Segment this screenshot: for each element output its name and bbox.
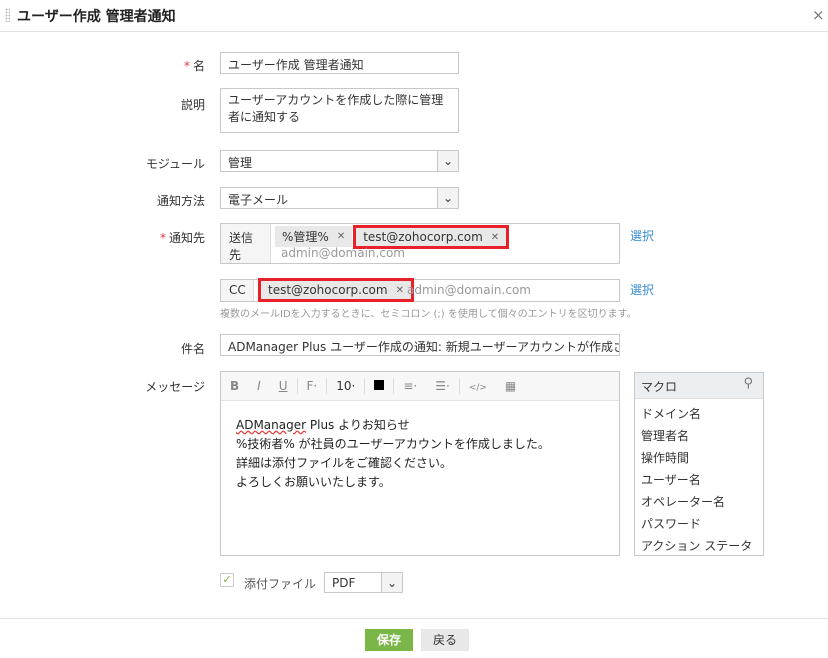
- cc-select-link[interactable]: 選択: [630, 281, 654, 298]
- macro-title: マクロ: [641, 380, 678, 394]
- table-icon[interactable]: ▦: [505, 379, 516, 393]
- close-icon[interactable]: ×: [812, 6, 825, 24]
- macro-item[interactable]: 管理者名: [635, 425, 763, 447]
- to-field[interactable]: 送信先 %管理% ✕ test@zohocorp.com ✕ admin@domain…: [220, 223, 620, 264]
- description-label: 説明: [180, 98, 205, 112]
- format-value: PDF: [332, 576, 356, 590]
- source-code-icon[interactable]: </>: [469, 383, 487, 393]
- bold-icon[interactable]: B: [230, 379, 239, 393]
- name-input[interactable]: ユーザー作成 管理者通知: [220, 52, 459, 74]
- message-label: メッセージ: [145, 380, 205, 394]
- macro-item[interactable]: アクション ステータス: [635, 535, 763, 555]
- to-select-link[interactable]: 選択: [630, 227, 654, 244]
- remove-icon[interactable]: ✕: [491, 232, 499, 243]
- module-value: 管理: [228, 156, 253, 170]
- chevron-down-icon: ⌄: [437, 188, 458, 208]
- align-icon[interactable]: ≡·: [403, 379, 417, 393]
- recipient-chip: test@zohocorp.com ✕: [353, 225, 510, 249]
- attachment-checkbox[interactable]: ✓: [220, 573, 234, 587]
- title-divider: [0, 31, 828, 32]
- recipients-label: * 通知先: [159, 231, 205, 245]
- chevron-down-icon: ⌄: [381, 573, 402, 592]
- cc-input[interactable]: admin@domain.com: [407, 283, 531, 297]
- macro-item[interactable]: 操作時間: [635, 447, 763, 469]
- module-select[interactable]: 管理 ⌄: [220, 150, 459, 172]
- recipients-hint: 複数のメールIDを入力するときに、セミコロン (;) を使用して個々のエントリを…: [220, 309, 637, 320]
- remove-icon[interactable]: ✕: [337, 231, 345, 242]
- cc-chip: test@zohocorp.com ✕: [258, 278, 414, 302]
- drag-handle-icon[interactable]: [5, 8, 10, 22]
- subject-label: 件名: [180, 342, 205, 356]
- font-family-icon[interactable]: F·: [307, 379, 318, 393]
- message-line: ADManager Plus よりお知らせ: [236, 418, 410, 432]
- macro-item[interactable]: オペレーター名: [635, 491, 763, 513]
- module-label: モジュール: [145, 157, 205, 171]
- underline-icon[interactable]: U: [279, 379, 288, 393]
- cc-label: CC: [221, 280, 254, 301]
- font-size-select[interactable]: 10·: [336, 379, 355, 393]
- method-value: 電子メール: [228, 193, 289, 207]
- message-line: %技術者% が社員のユーザーアカウントを作成しました。: [236, 437, 550, 451]
- attachment-format-select[interactable]: PDF ⌄: [324, 572, 403, 593]
- macro-item[interactable]: パスワード: [635, 513, 763, 535]
- macro-item[interactable]: ドメイン名: [635, 403, 763, 425]
- method-label: 通知方法: [156, 194, 205, 208]
- save-button[interactable]: 保存: [365, 629, 413, 651]
- macro-item[interactable]: ユーザー名: [635, 469, 763, 491]
- description-textarea[interactable]: ユーザーアカウントを作成した際に管理者に通知する: [220, 88, 459, 133]
- message-line: よろしくお願いいたします。: [236, 475, 391, 489]
- attachment-label: 添付ファイル: [244, 577, 317, 591]
- italic-icon[interactable]: I: [257, 379, 261, 393]
- message-editor: B I U F· 10· ≡· ☰· </> ▦ ADManager Plus よりお知らせ %…: [220, 371, 620, 556]
- message-body[interactable]: ADManager Plus よりお知らせ %技術者% が社員のユーザーアカウン…: [236, 416, 550, 492]
- list-icon[interactable]: ☰·: [435, 379, 450, 393]
- macro-panel: マクロ ⚲ ドメイン名 管理者名 操作時間 ユーザー名 オペレーター名 パスワード アクショ…: [634, 372, 764, 556]
- subject-input[interactable]: ADManager Plus ユーザー作成の通知: 新規ユーザーアカウントが作成…: [220, 334, 620, 356]
- search-icon[interactable]: ⚲: [743, 376, 753, 391]
- text-color-icon[interactable]: [374, 379, 385, 393]
- dialog-title: ユーザー作成 管理者通知: [17, 9, 176, 25]
- remove-icon[interactable]: ✕: [396, 285, 404, 296]
- name-label: * 名: [183, 59, 205, 73]
- chevron-down-icon: ⌄: [437, 151, 458, 171]
- method-select[interactable]: 電子メール ⌄: [220, 187, 459, 209]
- back-button[interactable]: 戻る: [421, 629, 469, 651]
- editor-toolbar: B I U F· 10· ≡· ☰· </> ▦: [221, 372, 619, 401]
- footer-divider: [0, 618, 828, 619]
- to-input[interactable]: admin@domain.com: [281, 246, 405, 260]
- message-line: 詳細は添付ファイルをご確認ください。: [236, 456, 453, 470]
- cc-field[interactable]: CC test@zohocorp.com ✕ admin@domain.com: [220, 278, 620, 302]
- recipient-chip: %管理% ✕: [275, 226, 353, 247]
- to-label: 送信先: [221, 224, 271, 263]
